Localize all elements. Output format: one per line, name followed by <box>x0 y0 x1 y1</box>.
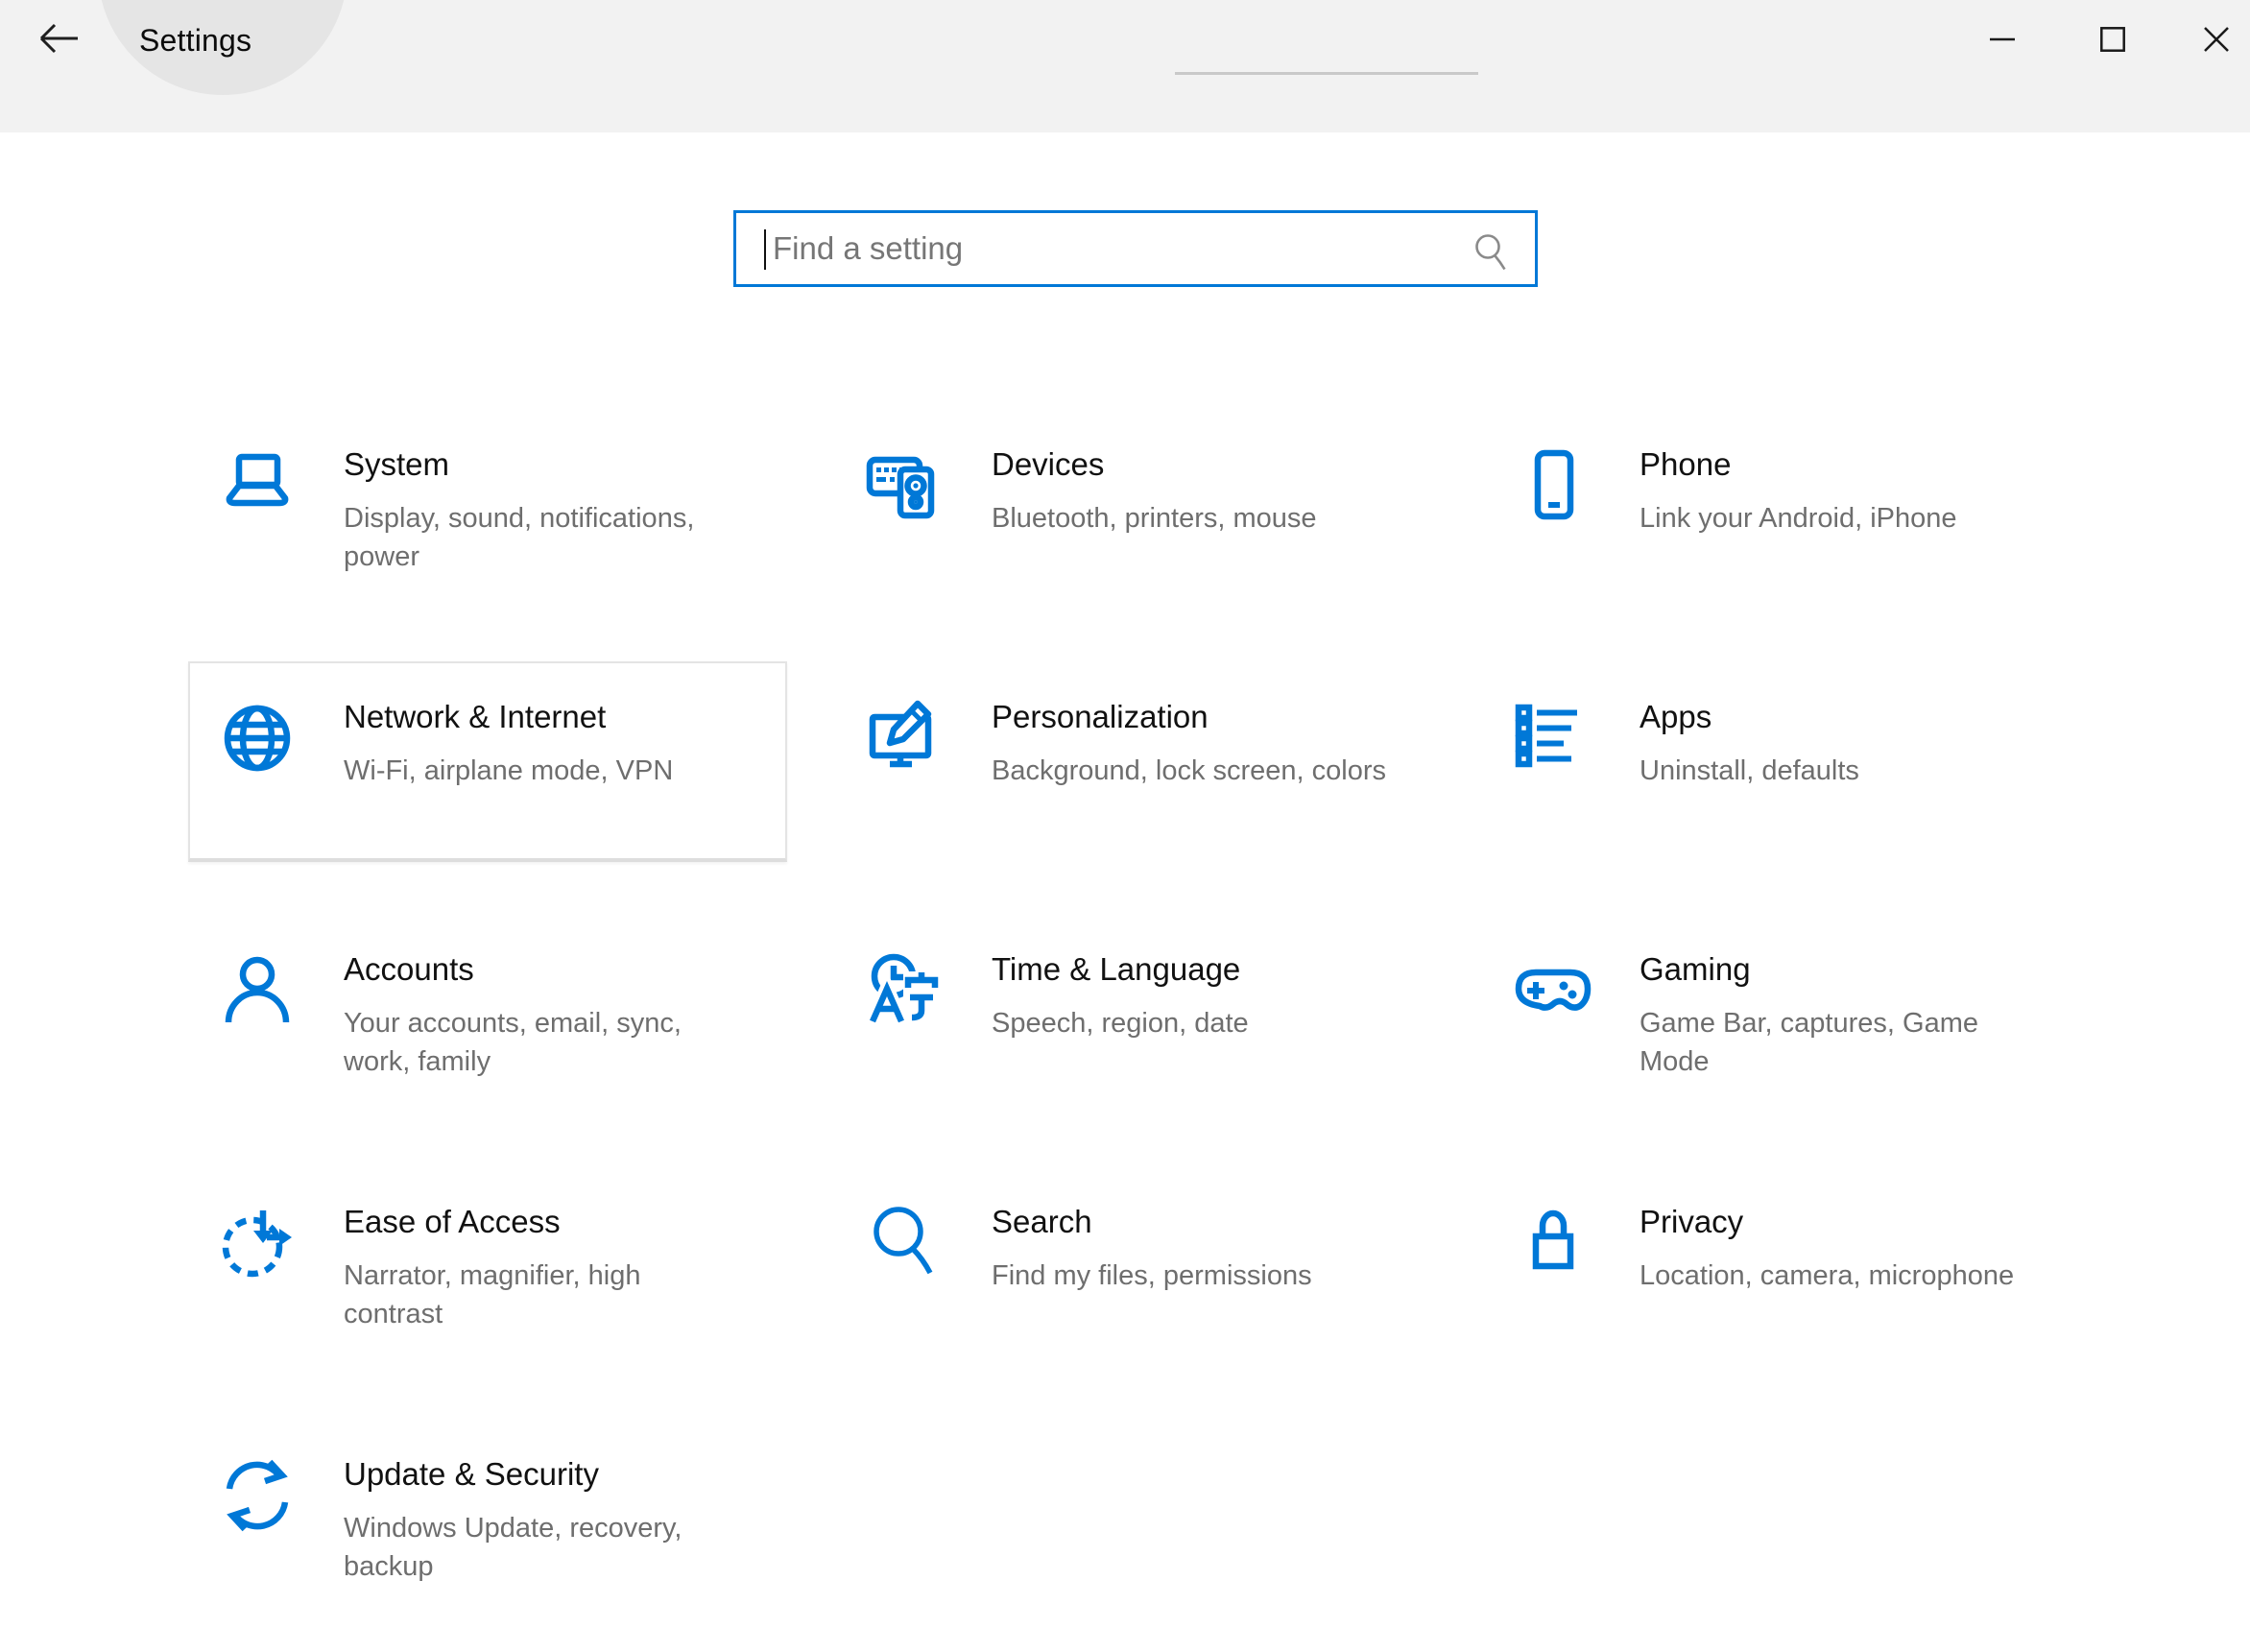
tile-subtitle: Game Bar, captures, Game Mode <box>1640 1004 1978 1081</box>
tile-title: Update & Security <box>344 1453 682 1496</box>
tile-subtitle: Location, camera, microphone <box>1640 1257 2014 1295</box>
tile-search[interactable]: Search Find my files, permissions <box>836 1166 1435 1367</box>
tile-title: Network & Internet <box>344 696 673 738</box>
tile-title: Accounts <box>344 948 682 991</box>
close-icon <box>2204 27 2229 52</box>
tile-phone[interactable]: Phone Link your Android, iPhone <box>1484 409 2083 610</box>
laptop-icon <box>217 445 298 526</box>
settings-window: Settings <box>0 0 2250 1652</box>
list-icon <box>1513 698 1593 778</box>
tile-title: Privacy <box>1640 1201 2014 1243</box>
tile-accounts[interactable]: Accounts Your accounts, email, sync, wor… <box>188 914 787 1114</box>
tile-subtitle: Narrator, magnifier, high contrast <box>344 1257 640 1333</box>
divider <box>1175 72 1478 75</box>
tile-subtitle: Background, lock screen, colors <box>992 752 1386 790</box>
back-arrow-icon <box>36 19 82 62</box>
tile-title: Devices <box>992 443 1317 486</box>
tile-ease-of-access[interactable]: Ease of Access Narrator, magnifier, high… <box>188 1166 787 1367</box>
minimize-icon <box>1990 37 2015 41</box>
category-grid: System Display, sound, notifications, po… <box>188 409 2083 1619</box>
tile-title: Ease of Access <box>344 1201 640 1243</box>
tile-title: Gaming <box>1640 948 1978 991</box>
sync-arrows-icon <box>217 1455 298 1536</box>
page-title: Settings <box>139 23 251 59</box>
phone-icon <box>1513 445 1593 526</box>
globe-icon <box>217 698 298 778</box>
tile-time-language[interactable]: Time & Language Speech, region, date <box>836 914 1435 1114</box>
tile-privacy[interactable]: Privacy Location, camera, microphone <box>1484 1166 2083 1367</box>
search-input[interactable] <box>736 213 1535 284</box>
keyboard-speaker-icon <box>865 445 945 526</box>
clock-language-icon <box>865 950 945 1031</box>
tile-update-security[interactable]: Update & Security Windows Update, recove… <box>188 1419 787 1619</box>
tile-title: Search <box>992 1201 1312 1243</box>
tile-title: Apps <box>1640 696 1859 738</box>
tile-subtitle: Link your Android, iPhone <box>1640 499 1957 538</box>
maximize-icon <box>2100 27 2125 52</box>
tile-title: Personalization <box>992 696 1386 738</box>
magnifier-icon <box>865 1203 945 1283</box>
back-button[interactable] <box>29 13 88 67</box>
tile-network-internet[interactable]: Network & Internet Wi-Fi, airplane mode,… <box>188 661 787 862</box>
text-caret <box>764 229 766 270</box>
search-icon[interactable] <box>1472 232 1510 277</box>
title-bar: Settings <box>0 0 2250 132</box>
tile-subtitle: Find my files, permissions <box>992 1257 1312 1295</box>
tile-subtitle: Speech, region, date <box>992 1004 1249 1042</box>
tile-subtitle: Display, sound, notifications, power <box>344 499 694 576</box>
lock-icon <box>1513 1203 1593 1283</box>
tile-subtitle: Wi-Fi, airplane mode, VPN <box>344 752 673 790</box>
tile-gaming[interactable]: Gaming Game Bar, captures, Game Mode <box>1484 914 2083 1114</box>
close-button[interactable] <box>2173 10 2250 69</box>
tile-system[interactable]: System Display, sound, notifications, po… <box>188 409 787 610</box>
minimize-button[interactable] <box>1959 10 2046 69</box>
gamepad-icon <box>1513 950 1593 1031</box>
person-icon <box>217 950 298 1031</box>
search-box <box>733 210 1538 287</box>
tile-devices[interactable]: Devices Bluetooth, printers, mouse <box>836 409 1435 610</box>
maximize-button[interactable] <box>2070 10 2156 69</box>
tile-title: Phone <box>1640 443 1957 486</box>
tile-apps[interactable]: Apps Uninstall, defaults <box>1484 661 2083 862</box>
tile-personalization[interactable]: Personalization Background, lock screen,… <box>836 661 1435 862</box>
tile-subtitle: Windows Update, recovery, backup <box>344 1509 682 1586</box>
accessibility-icon <box>217 1203 298 1283</box>
tile-subtitle: Uninstall, defaults <box>1640 752 1859 790</box>
monitor-brush-icon <box>865 698 945 778</box>
tile-title: System <box>344 443 694 486</box>
tile-subtitle: Bluetooth, printers, mouse <box>992 499 1317 538</box>
tile-subtitle: Your accounts, email, sync, work, family <box>344 1004 682 1081</box>
tile-title: Time & Language <box>992 948 1249 991</box>
